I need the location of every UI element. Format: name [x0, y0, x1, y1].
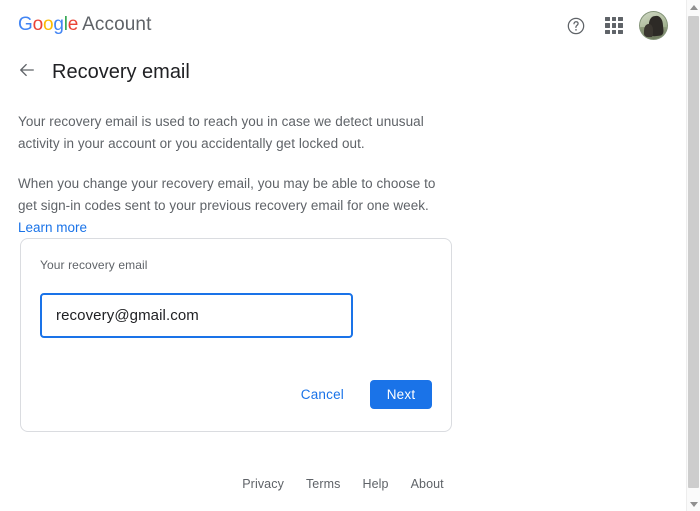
- footer-link-terms[interactable]: Terms: [306, 476, 341, 492]
- arrow-left-icon: [17, 60, 37, 85]
- recovery-email-field-label: Your recovery email: [40, 257, 148, 273]
- footer-link-privacy[interactable]: Privacy: [242, 476, 284, 492]
- learn-more-link[interactable]: Learn more: [18, 218, 87, 238]
- footer-link-help[interactable]: Help: [362, 476, 388, 492]
- logo-letter-g: g: [53, 14, 63, 35]
- scrollbar-down-arrow-icon[interactable]: [687, 497, 700, 511]
- description-paragraph-2: When you change your recovery email, you…: [18, 173, 454, 217]
- recovery-email-input-wrapper: [40, 293, 353, 338]
- page-title-row: Recovery email: [14, 59, 190, 85]
- logo-letter-o1: o: [33, 14, 43, 35]
- card-actions: Cancel Next: [291, 379, 432, 410]
- google-account-page: GoogleAccount: [0, 0, 686, 511]
- description-paragraph-1: Your recovery email is used to reach you…: [18, 111, 454, 155]
- brand-account-label: Account: [82, 14, 151, 35]
- page-title: Recovery email: [52, 59, 190, 85]
- scrollbar-up-arrow-icon[interactable]: [687, 0, 700, 14]
- google-wordmark: Google: [18, 14, 78, 35]
- scrollbar-thumb[interactable]: [688, 16, 699, 488]
- help-circle-icon: [566, 16, 586, 36]
- logo-letter-o2: o: [43, 14, 53, 35]
- footer-links: Privacy Terms Help About: [0, 476, 686, 492]
- avatar-image-figure-secondary: [644, 24, 653, 37]
- page-description: Your recovery email is used to reach you…: [18, 111, 454, 238]
- logo-letter-e: e: [68, 14, 78, 35]
- footer-link-about[interactable]: About: [411, 476, 444, 492]
- google-apps-grid-icon: [605, 17, 623, 35]
- page-header: GoogleAccount: [0, 0, 686, 52]
- cancel-button[interactable]: Cancel: [291, 379, 354, 410]
- google-apps-button[interactable]: [601, 13, 627, 39]
- recovery-email-input[interactable]: [40, 293, 353, 338]
- recovery-email-card: Your recovery email Cancel Next: [20, 238, 452, 432]
- page-scrollbar[interactable]: [686, 0, 700, 511]
- brand-logo[interactable]: GoogleAccount: [18, 14, 151, 36]
- header-actions: [563, 11, 668, 40]
- logo-letter-G: G: [18, 14, 33, 35]
- next-button[interactable]: Next: [370, 380, 432, 409]
- avatar[interactable]: [639, 11, 668, 40]
- help-button[interactable]: [563, 13, 589, 39]
- back-button[interactable]: [14, 59, 40, 85]
